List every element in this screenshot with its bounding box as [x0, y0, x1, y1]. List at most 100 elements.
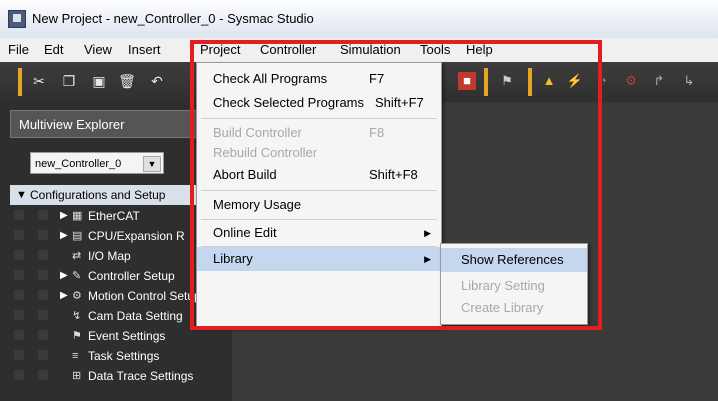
tree-item-label: CPU/Expansion R	[88, 229, 185, 243]
menu-abort-build[interactable]: Abort Build Shift+F8	[197, 163, 441, 187]
menu-help[interactable]: Help	[466, 42, 493, 57]
menu-item-label: Library Setting	[461, 278, 545, 293]
tree-item-label: Motion Control Setup	[88, 289, 201, 303]
gutter-marker	[38, 250, 48, 260]
gutter-marker	[14, 370, 24, 380]
undo-icon[interactable]: ↶	[148, 72, 166, 90]
gutter-marker	[38, 350, 48, 360]
warning-off-icon[interactable]: ⚡	[566, 72, 584, 90]
expand-down-icon[interactable]: ▼	[16, 185, 27, 205]
menu-memory-usage[interactable]: Memory Usage	[197, 193, 441, 217]
shortcut-key: Shift+F8	[369, 167, 418, 182]
gutter-marker	[38, 310, 48, 320]
shortcut-key: Shift+F7	[373, 91, 424, 115]
menu-separator	[201, 190, 437, 191]
menu-item-label: Abort Build	[213, 167, 277, 182]
toolbar-separator	[528, 68, 532, 96]
gutter-marker	[14, 250, 24, 260]
menu-simulation[interactable]: Simulation	[340, 42, 401, 57]
expand-right-icon[interactable]: ▶	[60, 266, 68, 286]
submenu-arrow-icon: ▶	[424, 254, 431, 264]
tree-item-label: Controller Setup	[88, 269, 175, 283]
menu-insert[interactable]: Insert	[128, 42, 161, 57]
gutter-marker	[14, 290, 24, 300]
menu-item-label: Show References	[461, 252, 564, 267]
menu-edit[interactable]: Edt	[44, 42, 64, 57]
gutter-marker	[38, 210, 48, 220]
menu-item-label: Library	[213, 251, 253, 266]
menu-file[interactable]: File	[8, 42, 29, 57]
tree-item-label: I/O Map	[88, 249, 131, 263]
gutter-marker	[38, 270, 48, 280]
tree-item-label: Cam Data Setting	[88, 309, 183, 323]
tree-item-label: Data Trace Settings	[88, 369, 194, 383]
menu-show-references[interactable]: Show References	[441, 248, 587, 272]
toolbar-separator	[484, 68, 488, 96]
toolbar-separator	[18, 68, 22, 96]
expand-right-icon[interactable]: ▶	[60, 286, 68, 306]
gutter-marker	[14, 270, 24, 280]
menu-item-label: Create Library	[461, 300, 544, 315]
app-icon	[8, 10, 26, 28]
menu-tools[interactable]: Tools	[420, 42, 450, 57]
task-icon: ≡	[72, 350, 79, 362]
menu-library[interactable]: Library ▶	[197, 247, 441, 271]
expand-right-icon[interactable]: ▶	[60, 206, 68, 226]
gutter-marker	[38, 230, 48, 240]
wrench-icon: ✎	[72, 270, 82, 282]
menu-item-label: Rebuild Controller	[213, 145, 318, 160]
tree-item-event-settings[interactable]: ⚑ Event Settings	[0, 326, 232, 346]
gutter-marker	[14, 350, 24, 360]
cut-icon[interactable]: ✂	[30, 72, 48, 90]
menu-separator	[201, 118, 437, 119]
gutter-marker	[14, 330, 24, 340]
shortcut-key: F7	[369, 71, 385, 86]
tree-item-label: EtherCAT	[88, 209, 140, 223]
menu-check-all-programs[interactable]: Check All Programs F7	[197, 67, 441, 91]
tree-item-task-settings[interactable]: ≡ Task Settings	[0, 346, 232, 366]
gutter-marker	[14, 210, 24, 220]
menu-create-library[interactable]: Create Library	[441, 296, 587, 320]
menu-bar: File Edt View Insert Project Controller …	[0, 38, 718, 63]
gutter-marker	[14, 230, 24, 240]
cam-icon: ↯	[72, 310, 82, 322]
toolbar-icon-2[interactable]: ⚙	[622, 72, 640, 90]
tree-item-data-trace[interactable]: ⊞ Data Trace Settings	[0, 366, 232, 386]
menu-check-selected-programs[interactable]: Check Selected Programs Shift+F7	[197, 91, 441, 115]
library-submenu: Show References Library Setting Create L…	[440, 243, 588, 325]
toolbar-icon-3[interactable]: ↱	[650, 72, 668, 90]
paste-icon[interactable]: ▣	[90, 72, 108, 90]
menu-item-label: Memory Usage	[213, 197, 302, 212]
delete-icon[interactable]: 🗑	[118, 72, 136, 90]
tree-item-label: Task Settings	[88, 349, 160, 363]
menu-library-setting[interactable]: Library Setting	[441, 274, 587, 298]
menu-project[interactable]: Project	[200, 42, 240, 57]
warning-icon[interactable]: ▲	[540, 72, 558, 90]
window-title: New Project - new_Controller_0 - Sysmac …	[32, 11, 314, 26]
menu-rebuild-controller[interactable]: Rebuild Controller	[197, 141, 441, 165]
toolbar-icon-1[interactable]: ◔	[594, 72, 612, 90]
gutter-marker	[38, 330, 48, 340]
motion-icon: ⚙	[72, 290, 82, 302]
project-menu-dropdown: Check All Programs F7 Check Selected Pro…	[196, 62, 442, 328]
menu-item-label: Online Edit	[213, 225, 277, 240]
controller-select[interactable]: new_Controller_0 ▼	[30, 152, 164, 174]
menu-item-label: Check Selected Programs	[213, 95, 365, 110]
tree-item-label: Event Settings	[88, 329, 166, 343]
toolbar-icon-4[interactable]: ↳	[680, 72, 698, 90]
stop-icon[interactable]: ■	[458, 72, 476, 90]
menu-view[interactable]: View	[84, 42, 112, 57]
chevron-down-icon[interactable]: ▼	[143, 156, 161, 172]
menu-online-edit[interactable]: Online Edit ▶	[197, 221, 441, 245]
cpu-icon: ▤	[72, 230, 83, 242]
submenu-arrow-icon: ▶	[424, 228, 431, 238]
gutter-marker	[38, 290, 48, 300]
flag-icon: ⚑	[72, 330, 82, 342]
copy-icon[interactable]: ❐	[60, 72, 78, 90]
gutter-marker	[38, 370, 48, 380]
online-icon[interactable]: ⚑	[498, 72, 516, 90]
title-bar: New Project - new_Controller_0 - Sysmac …	[0, 0, 718, 38]
io-map-icon: ⇄	[72, 250, 82, 262]
menu-controller[interactable]: Controller	[260, 42, 316, 57]
expand-right-icon[interactable]: ▶	[60, 226, 68, 246]
